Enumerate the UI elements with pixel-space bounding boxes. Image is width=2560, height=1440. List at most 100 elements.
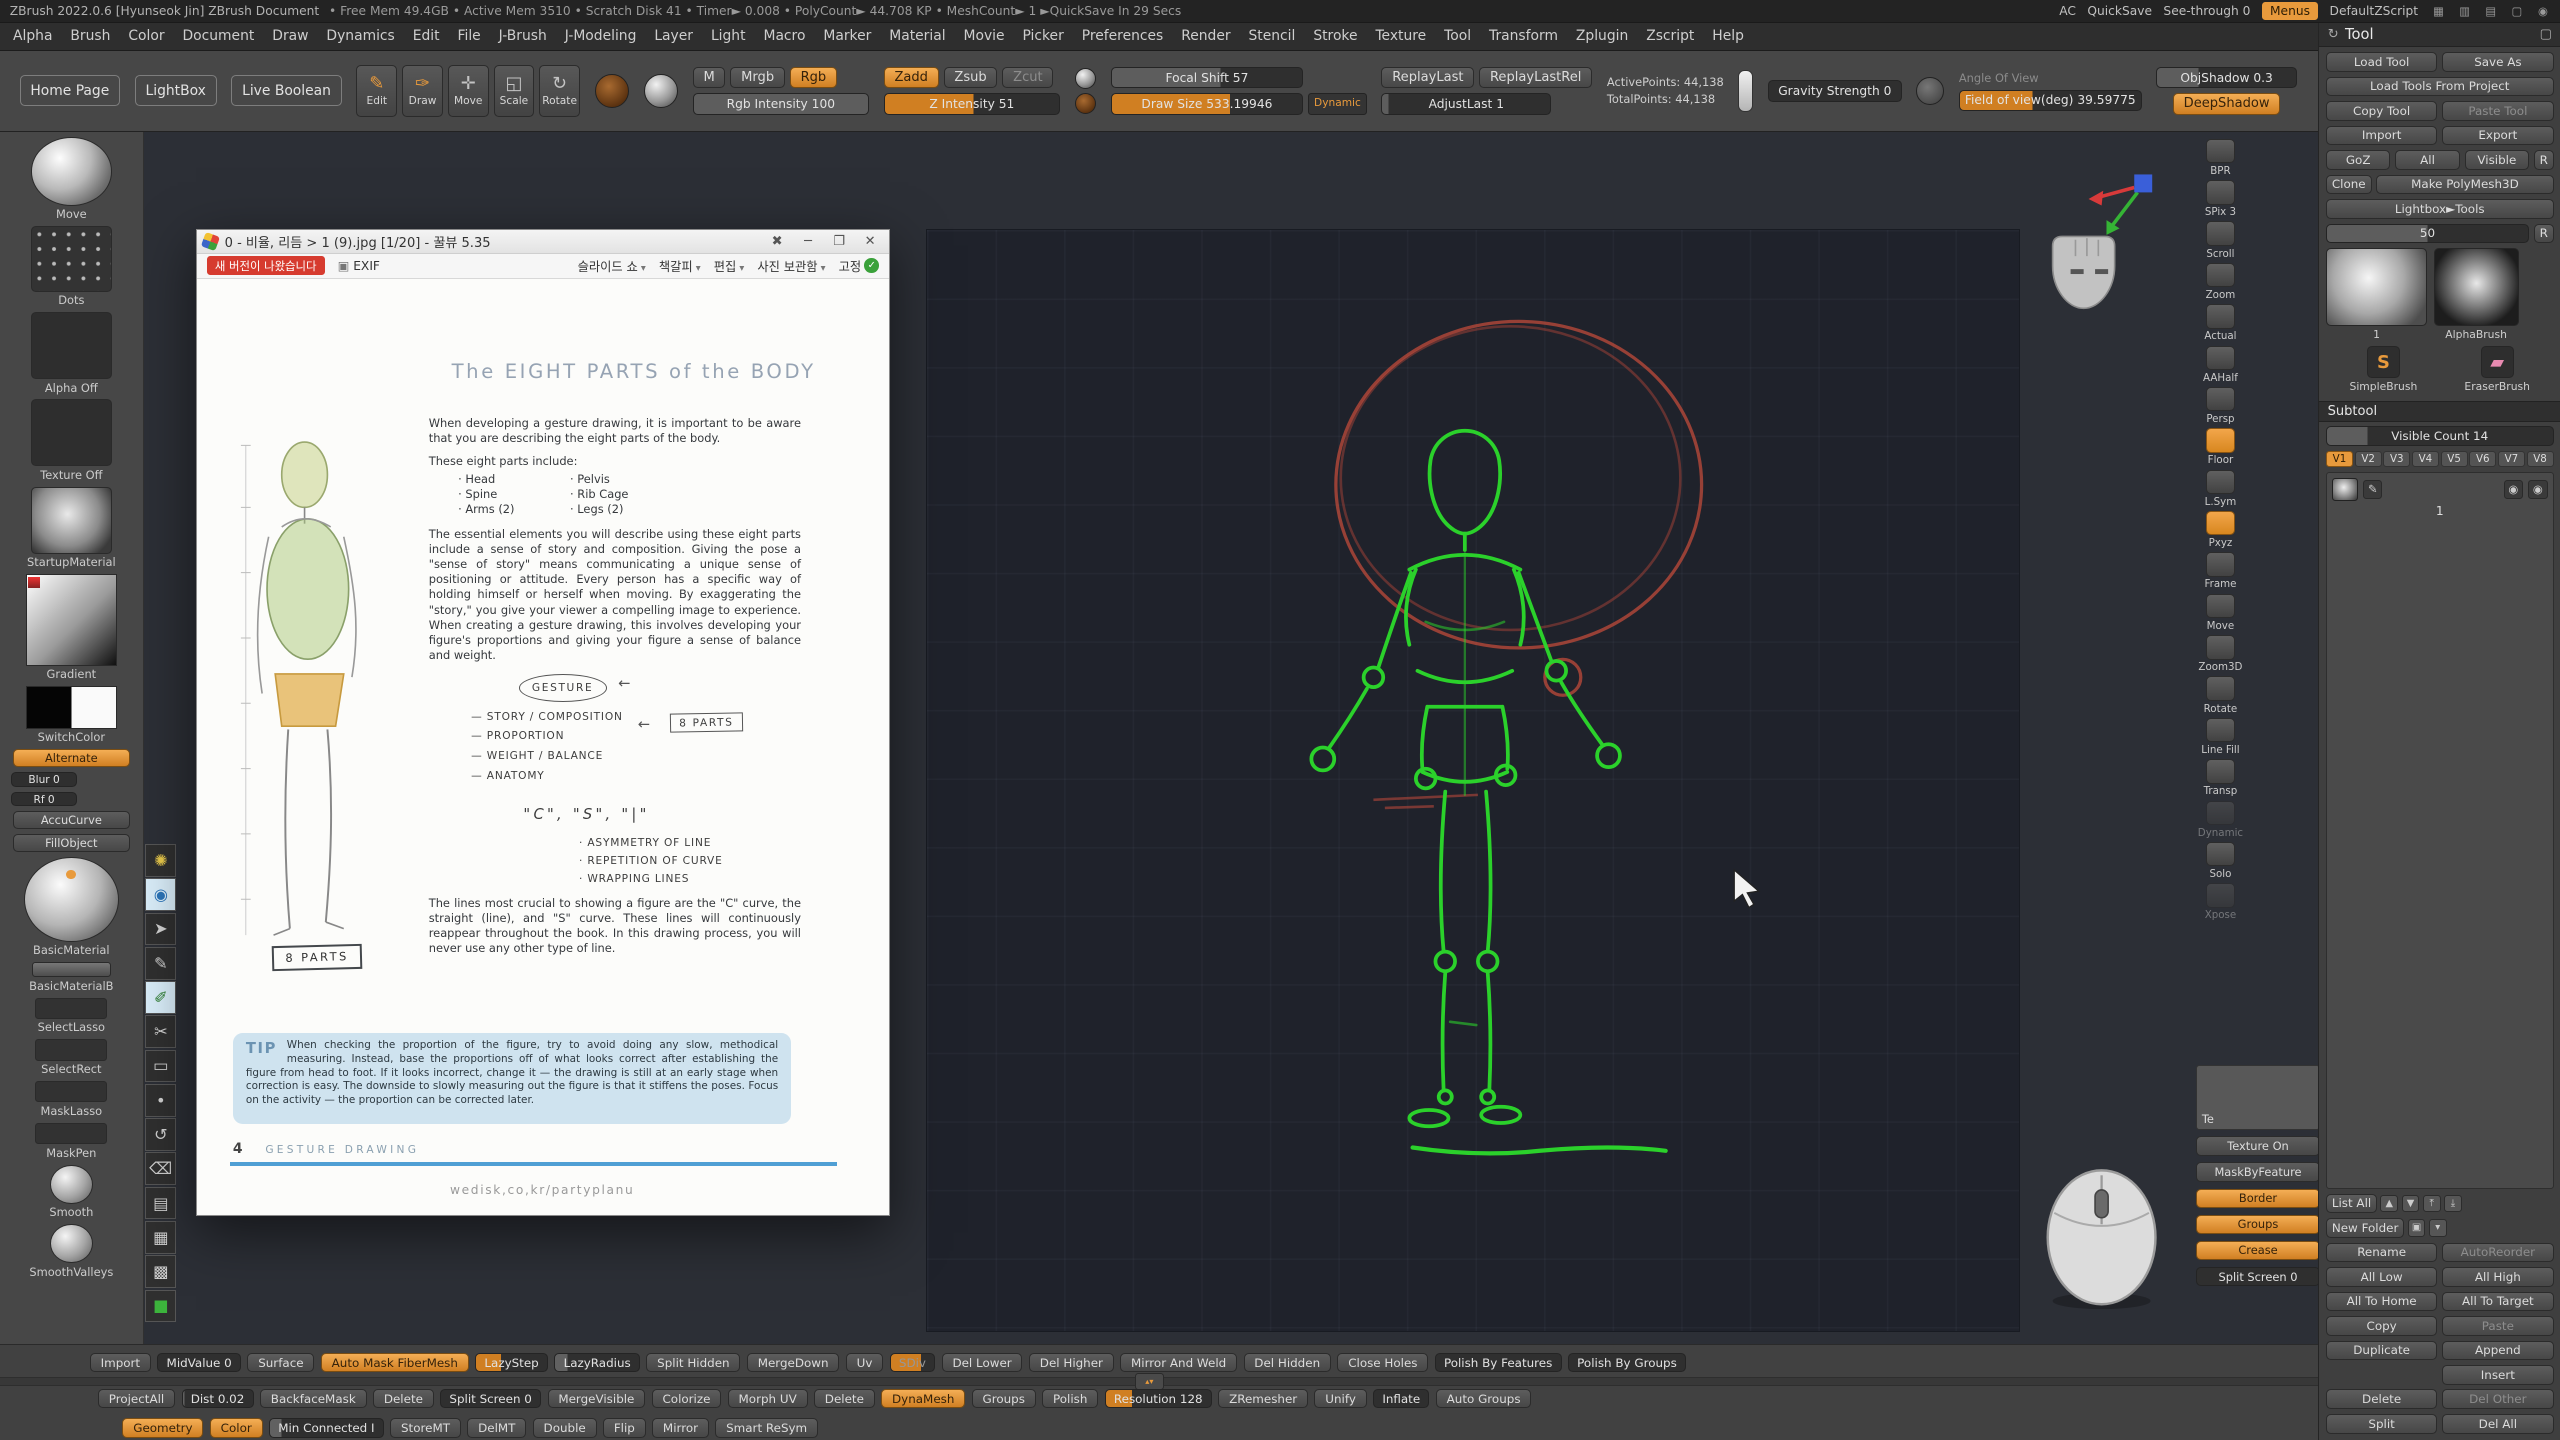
viewer-menu[interactable]: 슬라이드 쇼 xyxy=(578,257,646,275)
bpr-render-button[interactable]: BPR xyxy=(2198,139,2244,177)
masklasso-brush[interactable]: MaskLasso xyxy=(35,1081,107,1118)
menu-item[interactable]: J-Modeling xyxy=(565,28,637,44)
current-brush-preview[interactable] xyxy=(595,74,629,108)
blur-slider[interactable]: Blur 0 xyxy=(11,772,76,787)
mask-by-feature-button[interactable]: MaskByFeature xyxy=(2196,1162,2320,1182)
resolution-slider[interactable]: Resolution 128 xyxy=(1105,1389,1212,1409)
pin-window-icon[interactable]: ✖ xyxy=(765,234,789,249)
dist-slider[interactable]: Dist 0.02 xyxy=(182,1389,254,1409)
import-tool-button[interactable]: Import xyxy=(2326,126,2437,146)
gravity-strength-slider[interactable]: Gravity Strength 0 xyxy=(1768,80,1902,101)
split-screen-slider[interactable]: Split Screen 0 xyxy=(440,1389,541,1409)
tray-divider[interactable]: ▴▾ xyxy=(0,1377,2318,1385)
folder-icon[interactable]: ▣ xyxy=(2408,1219,2426,1237)
zsub-button[interactable]: Zsub xyxy=(944,67,998,88)
current-tool-preview[interactable] xyxy=(644,74,678,108)
adjust-last-slider[interactable]: AdjustLast 1 xyxy=(1381,93,1551,114)
subtool-view-tab[interactable]: V3 xyxy=(2383,451,2410,467)
tray-resize-handle[interactable]: ▴▾ xyxy=(1135,1373,1164,1389)
subtool-view-tab[interactable]: V8 xyxy=(2527,451,2554,467)
m-button[interactable]: M xyxy=(693,67,726,88)
zremesher-button[interactable]: ZRemesher xyxy=(1218,1389,1308,1409)
subtool-view-tab[interactable]: V4 xyxy=(2412,451,2439,467)
stroke-picker[interactable]: Dots xyxy=(31,226,113,307)
alternate-button[interactable]: Alternate xyxy=(13,749,131,767)
smart-resym-button[interactable]: Smart ReSym xyxy=(715,1418,818,1438)
menu-item[interactable]: Document xyxy=(183,28,255,44)
border-button[interactable]: Border xyxy=(2196,1189,2320,1209)
move-bottom-icon[interactable]: ⤓ xyxy=(2444,1195,2462,1213)
menu-item[interactable]: J-Brush xyxy=(499,28,547,44)
duplicate-button[interactable]: Duplicate xyxy=(2326,1341,2437,1361)
menu-item[interactable]: Macro xyxy=(763,28,805,44)
menu-item[interactable]: Picker xyxy=(1023,28,1064,44)
smoothvalleys-brush[interactable]: SmoothValleys xyxy=(29,1224,113,1279)
del-all-button[interactable]: Del All xyxy=(2442,1414,2553,1434)
light-icon[interactable]: ✺ xyxy=(145,844,176,877)
swatch-icon[interactable]: ■ xyxy=(145,1290,176,1323)
mrgb-button[interactable]: Mrgb xyxy=(730,67,785,88)
local-symmetry-button[interactable]: L.Sym xyxy=(2198,470,2244,508)
layout-grid-icon[interactable]: ▦ xyxy=(2431,4,2446,17)
morph-uv-button[interactable]: Morph UV xyxy=(728,1389,808,1409)
simplebrush-tool[interactable]: S SimpleBrush xyxy=(2349,346,2417,393)
menu-item[interactable]: Tool xyxy=(1444,28,1471,44)
groups-polish-button[interactable]: Groups xyxy=(972,1389,1036,1409)
menu-item[interactable]: Dynamics xyxy=(326,28,394,44)
rgb-button[interactable]: Rgb xyxy=(790,67,837,88)
mergevisible-button[interactable]: MergeVisible xyxy=(548,1389,646,1409)
move-3d-button[interactable]: Move xyxy=(2198,594,2244,632)
polish-button[interactable]: Polish xyxy=(1042,1389,1098,1409)
menu-item[interactable]: Brush xyxy=(70,28,110,44)
mirror-button[interactable]: Mirror xyxy=(652,1418,709,1438)
solo-eye-icon[interactable] xyxy=(2528,480,2548,500)
image-icon[interactable]: ▦ xyxy=(145,1221,176,1254)
del-higher-button[interactable]: Del Higher xyxy=(1029,1353,1114,1373)
mirror-and-weld-button[interactable]: Mirror And Weld xyxy=(1120,1353,1237,1373)
texture-on-button[interactable]: Texture On xyxy=(2196,1136,2320,1156)
titlebar-button[interactable]: QuickSave xyxy=(2087,4,2152,18)
polish-by-features-slider[interactable]: Polish By Features xyxy=(1435,1353,1562,1373)
delmt-button[interactable]: DelMT xyxy=(467,1418,526,1438)
drawsize-icon[interactable] xyxy=(1075,93,1096,114)
menu-item[interactable]: Marker xyxy=(823,28,871,44)
delete-subtool-button[interactable]: Delete xyxy=(2326,1389,2437,1409)
storemt-button[interactable]: StoreMT xyxy=(390,1418,461,1438)
menu-item[interactable]: Zscript xyxy=(1646,28,1694,44)
scale-mode-button[interactable]: ◱ Scale xyxy=(494,65,535,117)
folder-options-icon[interactable]: ▾ xyxy=(2429,1219,2447,1237)
menu-item[interactable]: Zplugin xyxy=(1576,28,1628,44)
slider-r-button[interactable]: R xyxy=(2534,224,2554,244)
menu-item[interactable]: Transform xyxy=(1489,28,1558,44)
smooth-brush[interactable]: Smooth xyxy=(49,1165,93,1220)
subtool-item[interactable] xyxy=(2332,478,2548,501)
objshadow-slider[interactable]: ObjShadow 0.3 xyxy=(2156,67,2296,88)
dock-icon[interactable]: ▢ xyxy=(2540,27,2552,42)
update-badge[interactable]: 새 버전이 나왔습니다 xyxy=(207,256,325,275)
texture-picker[interactable]: Texture Off xyxy=(31,399,113,482)
crease-button[interactable]: Crease xyxy=(2196,1241,2320,1261)
eye-icon[interactable]: ◉ xyxy=(145,878,176,911)
titlebar-button[interactable]: See-through 0 xyxy=(2163,4,2250,18)
menu-item[interactable]: File xyxy=(458,28,481,44)
fillobject-button[interactable]: FillObject xyxy=(13,834,131,852)
color-tab[interactable]: Color xyxy=(210,1418,263,1438)
rename-button[interactable]: Rename xyxy=(2326,1243,2437,1263)
subtool-section-header[interactable]: Subtool xyxy=(2319,401,2560,421)
rf-slider[interactable]: Rf 0 xyxy=(11,792,76,807)
groups-button[interactable]: Groups xyxy=(2196,1215,2320,1235)
surface-button[interactable]: Surface xyxy=(247,1353,314,1373)
rotate-mode-button[interactable]: ↻ Rotate xyxy=(539,65,580,117)
copy-subtool-button[interactable]: Copy xyxy=(2326,1316,2437,1336)
dynamesh-button[interactable]: DynaMesh xyxy=(881,1389,965,1409)
goz-button[interactable]: GoZ xyxy=(2326,150,2390,170)
subtool-view-tab[interactable]: V2 xyxy=(2355,451,2382,467)
delete-button[interactable]: Delete xyxy=(373,1389,434,1409)
solo-button[interactable]: Solo xyxy=(2198,842,2244,880)
exif-button[interactable]: EXIF xyxy=(338,259,380,273)
move-mode-button[interactable]: ✛ Move xyxy=(448,65,489,117)
load-tool-button[interactable]: Load Tool xyxy=(2326,52,2437,72)
move-down-icon[interactable]: ▼ xyxy=(2402,1195,2420,1213)
menu-item[interactable]: Light xyxy=(711,28,746,44)
all-low-button[interactable]: All Low xyxy=(2326,1267,2437,1287)
